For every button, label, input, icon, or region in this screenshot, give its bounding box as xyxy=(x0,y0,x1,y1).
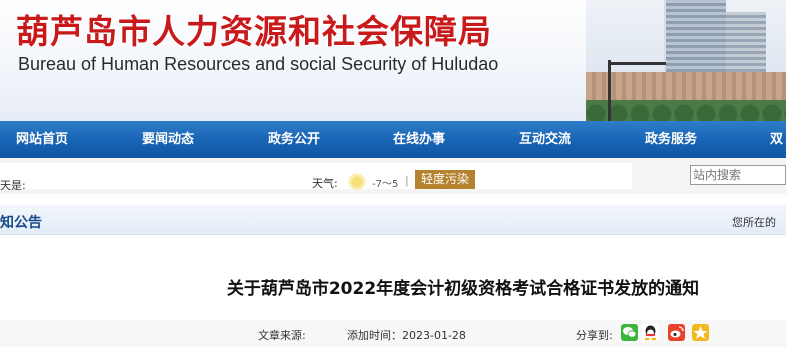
site-title-english: Bureau of Human Resources and social Sec… xyxy=(18,54,499,74)
article-title: 关于葫芦岛市2022年度会计初级资格考试合格证书发放的通知 xyxy=(226,279,700,299)
column-title[interactable]: 知公告 xyxy=(0,212,42,232)
date-label: 天是: xyxy=(0,179,26,192)
air-quality-badge: 轻度污染 xyxy=(415,170,475,189)
nav-item-more[interactable]: 双 xyxy=(770,121,783,158)
trees xyxy=(586,100,786,121)
traffic-light-pole xyxy=(608,60,611,121)
wechat-icon[interactable] xyxy=(621,324,638,341)
temperature: -7～5 xyxy=(372,179,399,190)
nav-item-news[interactable]: 要闻动态 xyxy=(142,121,194,158)
site-title-chinese: 葫芦岛市人力资源和社会保障局 xyxy=(16,12,492,51)
column-header: 知公告 您所在的 xyxy=(0,205,786,235)
breadcrumb: 您所在的 xyxy=(732,216,776,229)
weather-separator: | xyxy=(405,174,409,187)
share-label: 分享到: xyxy=(576,329,613,342)
nav-item-government-affairs[interactable]: 政务公开 xyxy=(268,121,320,158)
nav-item-interaction[interactable]: 互动交流 xyxy=(519,121,571,158)
nav-item-government-services[interactable]: 政务服务 xyxy=(645,121,697,158)
info-bar-panel: 天是: 天气: -7～5 | 轻度污染 xyxy=(0,163,632,192)
weibo-icon[interactable] xyxy=(668,324,685,341)
article-added-time: 添加时间：2023-01-28 xyxy=(347,329,466,342)
info-bar: 天是: 天气: -7～5 | 轻度污染 xyxy=(0,158,786,194)
traffic-light-arm xyxy=(608,62,666,65)
qq-icon[interactable] xyxy=(642,324,659,341)
main-nav: 网站首页 要闻动态 政务公开 在线办事 互动交流 政务服务 双 xyxy=(0,121,786,158)
qzone-icon[interactable] xyxy=(692,324,709,341)
nav-item-online-services[interactable]: 在线办事 xyxy=(393,121,445,158)
article-source: 文章来源: xyxy=(258,329,306,342)
site-search-input[interactable] xyxy=(690,165,786,185)
sun-icon xyxy=(348,172,366,190)
header-banner: 葫芦岛市人力资源和社会保障局 Bureau of Human Resources… xyxy=(0,0,786,121)
nav-item-home[interactable]: 网站首页 xyxy=(16,121,68,158)
weather-label: 天气: xyxy=(312,177,338,190)
